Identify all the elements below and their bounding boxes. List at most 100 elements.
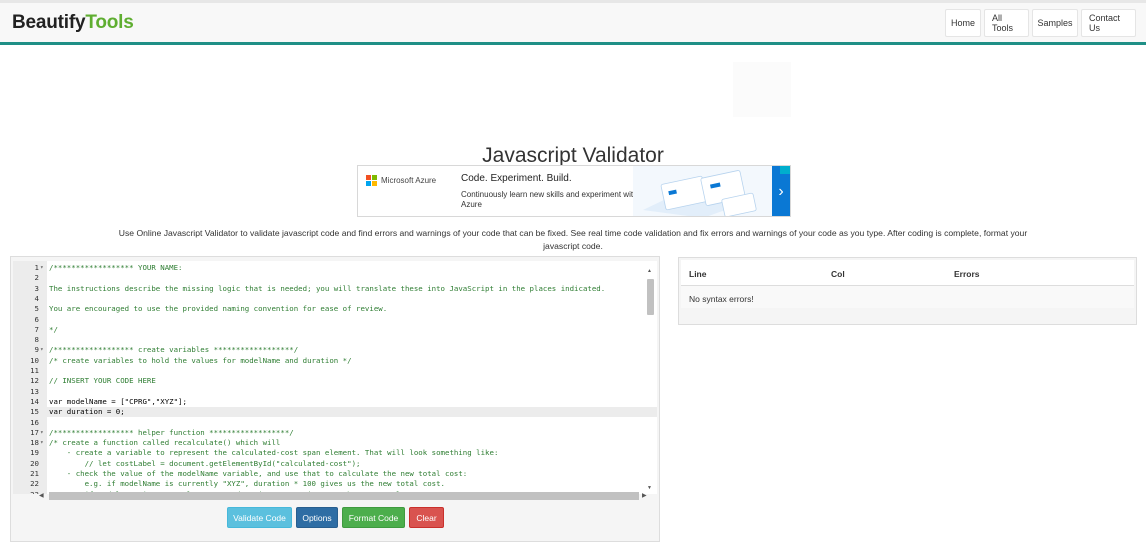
line-number: 4	[34, 293, 39, 303]
nav-home[interactable]: Home	[945, 9, 981, 37]
horizontal-scrollbar-thumb[interactable]	[49, 492, 639, 500]
code-text: /****************** YOUR NAME:	[49, 263, 183, 272]
brand-logo[interactable]: BeautifyTools	[12, 12, 134, 34]
line-number: 12	[30, 376, 39, 386]
brand-part-1: Beautify	[12, 12, 86, 33]
column-header-line: Line	[689, 269, 707, 279]
fold-arrow-icon[interactable]: ▾	[40, 438, 44, 448]
column-header-errors: Errors	[954, 269, 980, 279]
microsoft-logo-icon	[366, 175, 377, 186]
nav-samples[interactable]: Samples	[1032, 9, 1078, 37]
validate-code-button[interactable]: Validate Code	[227, 507, 292, 528]
nav-contact-us[interactable]: Contact Us	[1081, 9, 1136, 37]
code-line[interactable]: 22 e.g. if modelName is currently "XYZ",…	[13, 479, 657, 489]
clear-button[interactable]: Clear	[409, 507, 444, 528]
code-text: // let costLabel = document.getElementBy…	[49, 458, 361, 468]
code-text: var modelName = ["CPRG","XYZ"];	[49, 396, 187, 406]
code-line[interactable]: 17 ▾ /****************** helper function *…	[13, 428, 657, 438]
code-line[interactable]: 18 ▾ /* create a function called recalcula…	[13, 438, 657, 448]
line-number: 7	[34, 324, 39, 334]
code-editor[interactable]: 1 ▾/****************** YOUR NAME: 2 3 The in…	[13, 261, 657, 494]
code-line[interactable]: 15 var duration = 0;	[13, 407, 657, 418]
nav-all-tools[interactable]: All Tools	[984, 9, 1029, 37]
code-text: - check the value of the modelName varia…	[49, 469, 468, 478]
ad-illustration	[633, 166, 773, 216]
code-line[interactable]: 5 You are encouraged to use the provided …	[13, 304, 657, 314]
code-line[interactable]: 4	[13, 294, 657, 304]
code-line[interactable]: 6	[13, 315, 657, 325]
column-header-col: Col	[831, 269, 845, 279]
code-line[interactable]: 12 // INSERT YOUR CODE HERE	[13, 376, 657, 386]
line-number: 13	[30, 386, 39, 396]
code-text: /****************** helper function ****…	[49, 427, 294, 437]
line-number: 3	[34, 283, 39, 293]
line-number: 16	[30, 417, 39, 427]
ad-choices-icon[interactable]	[780, 166, 790, 174]
page-description: Use Online Javascript Validator to valid…	[118, 228, 1028, 251]
fold-arrow-icon[interactable]: ▾	[40, 263, 44, 273]
fold-arrow-icon[interactable]: ▾	[40, 428, 44, 438]
code-line[interactable]: 21 - check the value of the modelName va…	[13, 469, 657, 479]
format-code-button[interactable]: Format Code	[342, 507, 405, 528]
code-line[interactable]: 16	[13, 418, 657, 428]
code-line[interactable]: 10 /* create variables to hold the values…	[13, 356, 657, 366]
ad-logo: Microsoft Azure	[366, 175, 436, 186]
line-number: 20	[30, 458, 39, 468]
options-button[interactable]: Options	[296, 507, 338, 528]
line-number: 8	[34, 335, 39, 345]
scroll-right-icon[interactable]: ▶	[642, 492, 647, 499]
ad-banner[interactable]: Microsoft Azure Code. Experiment. Build.…	[357, 165, 791, 217]
errors-panel: Line Col Errors No syntax errors!	[678, 257, 1137, 325]
top-navbar: BeautifyTools Home All Tools Samples Con…	[0, 0, 1146, 45]
code-line[interactable]: 2	[13, 273, 657, 283]
vertical-scrollbar-thumb[interactable]	[647, 279, 654, 315]
code-line[interactable]: 9 ▾ /****************** create variables *…	[13, 345, 657, 355]
line-number: 6	[34, 314, 39, 324]
code-text: You are encouraged to use the provided n…	[49, 304, 388, 314]
line-number: 9	[34, 345, 39, 355]
code-line[interactable]: 3 The instructions describe the missing l…	[13, 284, 657, 294]
table-row: No syntax errors!	[681, 286, 1134, 308]
scroll-up-icon[interactable]: ▲	[647, 268, 652, 274]
scroll-left-icon[interactable]: ◀	[39, 492, 44, 499]
line-number: 22	[30, 479, 39, 489]
line-number: 11	[30, 366, 39, 375]
code-text: // INSERT YOUR CODE HERE	[49, 376, 156, 386]
code-line[interactable]: 20 // let costLabel = document.getElemen…	[13, 459, 657, 469]
line-number: 19	[30, 448, 39, 458]
scroll-down-icon[interactable]: ▼	[647, 485, 652, 491]
code-text: /* create variables to hold the values f…	[49, 355, 352, 365]
editor-panel: 1 ▾/****************** YOUR NAME: 2 3 The in…	[10, 256, 660, 542]
line-number: 10	[30, 355, 39, 365]
line-number: 2	[34, 273, 39, 283]
code-line[interactable]: 1 ▾ /****************** YOUR NAME:	[13, 263, 657, 273]
code-text: var duration = 0;	[49, 407, 125, 417]
code-line[interactable]: 11	[13, 366, 657, 376]
nav-menu: Home All Tools Samples Contact Us	[945, 9, 1136, 37]
code-line[interactable]: 13	[13, 387, 657, 397]
ad-headline: Code. Experiment. Build.	[461, 173, 572, 184]
editor-actions: Validate Code Options Format Code Clear	[227, 507, 444, 528]
ad-logo-text: Microsoft Azure	[381, 176, 437, 185]
code-text: /****************** create variables ***…	[49, 345, 299, 355]
code-line[interactable]: 7 */	[13, 325, 657, 335]
line-number: 23	[13, 490, 39, 494]
code-line[interactable]: 8	[13, 335, 657, 345]
code-text: /* create a function called recalculate(…	[49, 438, 281, 448]
line-number: 15	[30, 407, 39, 417]
code-line[interactable]: 14 var modelName = ["CPRG","XYZ"];	[13, 397, 657, 407]
placeholder-box	[733, 62, 791, 117]
code-text: The instructions describe the missing lo…	[49, 283, 606, 293]
code-line[interactable]: 19 - create a variable to represent the …	[13, 448, 657, 458]
line-number: 14	[30, 396, 39, 406]
line-number: 1	[34, 263, 39, 272]
line-number: 17	[30, 427, 39, 437]
fold-arrow-icon[interactable]: ▾	[40, 345, 44, 355]
code-text: */	[49, 324, 58, 334]
errors-table: Line Col Errors No syntax errors!	[681, 260, 1134, 308]
code-text: - create a variable to represent the cal…	[49, 448, 499, 458]
brand-part-2: Tools	[85, 12, 134, 33]
no-errors-message: No syntax errors!	[689, 294, 754, 304]
line-number: 5	[34, 304, 39, 314]
code-text: e.g. if modelName is currently "XYZ", du…	[49, 479, 446, 489]
